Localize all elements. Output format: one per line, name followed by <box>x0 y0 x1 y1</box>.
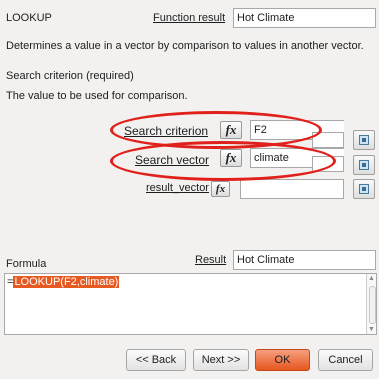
search-criterion-input-tail <box>312 132 344 148</box>
fx-button-result-vector[interactable]: fx <box>211 181 230 197</box>
function-name: LOOKUP <box>6 12 52 24</box>
result-field: Hot Climate <box>233 250 376 270</box>
ok-button[interactable]: OK <box>255 349 310 371</box>
function-description: Determines a value in a vector by compar… <box>6 40 364 52</box>
formula-text[interactable]: =LOOKUP(F2,climate) <box>7 276 120 288</box>
shrink-icon <box>359 135 369 145</box>
scroll-up-icon[interactable]: ▲ <box>367 275 376 282</box>
search-vector-label: Search vector <box>135 153 210 167</box>
search-vector-input-tail <box>312 156 344 172</box>
argument-description: The value to be used for comparison. <box>6 90 188 102</box>
scroll-down-icon[interactable]: ▼ <box>367 326 376 333</box>
result-vector-input[interactable] <box>240 179 344 199</box>
function-result-label: Function result <box>153 12 226 24</box>
shrink-icon <box>359 160 369 170</box>
scroll-thumb[interactable] <box>369 286 376 324</box>
formula-scrollbar[interactable]: ▲ ▼ <box>366 274 376 334</box>
search-criterion-label: Search criterion <box>124 124 209 138</box>
fx-button-search-vector[interactable]: fx <box>220 149 242 167</box>
cancel-button[interactable]: Cancel <box>318 349 373 371</box>
next-button[interactable]: Next >> <box>193 349 249 371</box>
formula-label: Formula <box>6 258 47 270</box>
formula-editor[interactable]: =LOOKUP(F2,climate) ▲ ▼ <box>4 273 377 335</box>
formula-selection: LOOKUP(F2,climate) <box>13 276 120 288</box>
shrink-button-search-vector[interactable] <box>353 155 375 175</box>
shrink-button-search-criterion[interactable] <box>353 130 375 150</box>
shrink-button-result-vector[interactable] <box>353 179 375 199</box>
back-button[interactable]: << Back <box>126 349 186 371</box>
shrink-icon <box>359 184 369 194</box>
function-result-field: Hot Climate <box>233 8 376 28</box>
result-vector-label: result_vector <box>146 182 209 194</box>
fx-button-search-criterion[interactable]: fx <box>220 121 242 139</box>
argument-title: Search criterion (required) <box>6 70 134 82</box>
result-label: Result <box>195 254 227 266</box>
